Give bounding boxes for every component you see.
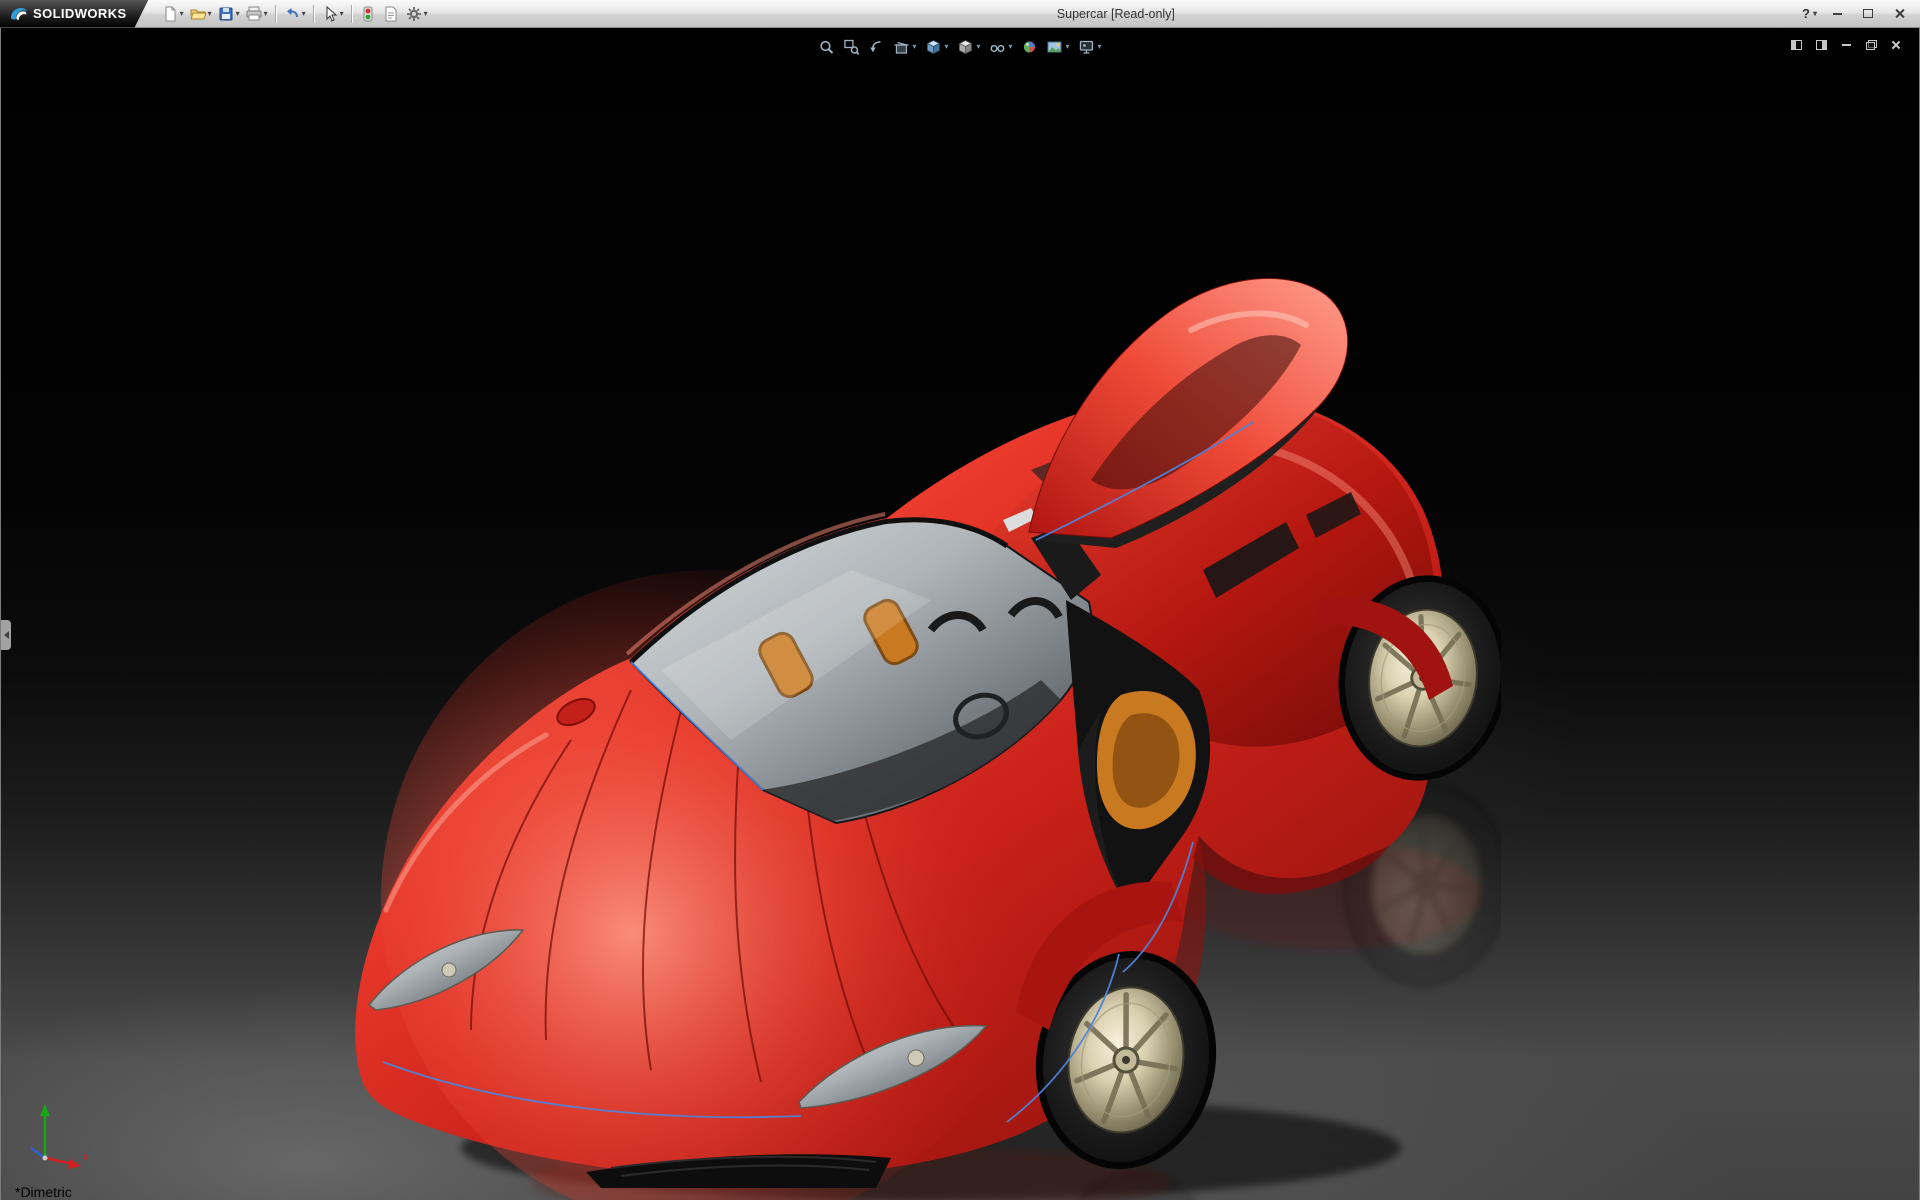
file-properties-icon (385, 6, 397, 21)
zoom-to-area-icon (844, 39, 860, 55)
chevron-down-icon[interactable]: ▾ (302, 9, 306, 18)
chevron-down-icon[interactable]: ▾ (424, 9, 428, 18)
open-button[interactable]: ▾ (187, 4, 214, 24)
chevron-down-icon[interactable]: ▾ (180, 9, 184, 18)
collapse-arrow-icon (3, 631, 9, 639)
minimize-icon (1832, 12, 1842, 15)
tile-right-button[interactable] (1814, 38, 1828, 51)
toolbar-separator (312, 4, 314, 23)
display-style-icon (958, 40, 973, 55)
titlebar: SOLIDWORKS ▾ ▾ ▾ ▾ ▾ ▾ ▾ Supercar [Read-… (0, 0, 1920, 28)
save-button[interactable]: ▾ (215, 4, 242, 24)
chevron-down-icon[interactable]: ▾ (976, 43, 980, 51)
chevron-down-icon[interactable]: ▾ (264, 9, 268, 18)
view-orientation-label: *Dimetric (15, 1184, 72, 1200)
view-settings-icon (1079, 40, 1094, 54)
view-orientation-cube-icon (926, 40, 941, 55)
section-view-button[interactable]: ▾ (892, 38, 917, 56)
display-style-button[interactable]: ▾ (956, 38, 981, 56)
close-icon (1894, 8, 1905, 19)
document-minimize-icon (1841, 43, 1851, 46)
solidworks-logo: SOLIDWORKS (0, 0, 149, 28)
rebuild-stoplight-icon (363, 6, 373, 21)
document-restore-icon (1865, 39, 1877, 50)
chevron-down-icon[interactable]: ▾ (912, 43, 916, 51)
z-axis-arrow-icon (30, 1146, 46, 1160)
heads-up-toolbar: ▾ ▾ ▾ ▾ ▾ ▾ (817, 38, 1102, 56)
undo-arrow-icon (286, 7, 298, 17)
chevron-down-icon[interactable]: ▾ (208, 9, 212, 18)
apply-scene-button[interactable]: ▾ (1046, 38, 1071, 56)
toolbar-separator (350, 4, 352, 23)
x-axis-arrow-icon (68, 1159, 81, 1169)
section-view-icon (894, 41, 909, 54)
chevron-down-icon[interactable]: ▾ (944, 43, 948, 51)
previous-view-button[interactable] (867, 38, 885, 56)
view-triad: x (30, 1104, 89, 1169)
select-cursor-icon (326, 5, 337, 22)
main-toolbar: ▾ ▾ ▾ ▾ ▾ ▾ ▾ (149, 4, 430, 24)
view-orientation-button[interactable]: ▾ (924, 38, 949, 56)
hide-show-glasses-icon (990, 44, 1005, 52)
document-minimize-button[interactable] (1839, 38, 1853, 51)
chevron-down-icon[interactable]: ▾ (1009, 43, 1013, 51)
toolbar-separator (274, 4, 276, 23)
window-title: Supercar [Read-only] (1056, 6, 1175, 21)
brand-text: SOLIDWORKS (33, 6, 127, 21)
chevron-down-icon[interactable]: ▾ (236, 9, 240, 18)
dassault-systemes-logo-icon (8, 4, 28, 24)
apply-scene-icon (1047, 41, 1062, 53)
chevron-down-icon: ▾ (1812, 8, 1817, 18)
solidworks-window: SOLIDWORKS ▾ ▾ ▾ ▾ ▾ ▾ ▾ Supercar [Read-… (0, 0, 1920, 1200)
maximize-button[interactable] (1857, 5, 1879, 23)
print-button[interactable]: ▾ (243, 4, 270, 24)
edit-appearance-sphere-icon (1024, 41, 1036, 53)
new-button[interactable]: ▾ (159, 4, 186, 24)
chevron-down-icon[interactable]: ▾ (1098, 43, 1102, 51)
supercar-model[interactable] (331, 270, 1501, 1200)
help-button[interactable]: ? ▾ (1802, 6, 1817, 21)
select-tool-button[interactable]: ▾ (319, 4, 346, 24)
graphics-area[interactable]: ▾ ▾ ▾ ▾ ▾ ▾ x *Dimetric (0, 28, 1920, 1200)
document-window-controls (1789, 38, 1903, 51)
maximize-icon (1863, 9, 1873, 18)
save-disk-icon (219, 7, 233, 20)
previous-view-icon (870, 41, 881, 53)
tile-left-button[interactable] (1789, 38, 1803, 51)
window-controls: ? ▾ (1802, 5, 1920, 23)
hide-show-items-button[interactable]: ▾ (989, 38, 1014, 56)
options-gear-icon (406, 6, 421, 21)
chevron-down-icon[interactable]: ▾ (340, 9, 344, 18)
file-properties-button[interactable] (380, 4, 402, 24)
close-button[interactable] (1888, 5, 1910, 23)
zoom-to-area-button[interactable] (842, 38, 860, 56)
open-folder-icon (189, 9, 207, 19)
options-button[interactable]: ▾ (403, 4, 430, 24)
chevron-down-icon[interactable]: ▾ (1066, 43, 1070, 51)
featuremanager-flyout-tab[interactable] (1, 620, 11, 650)
tile-left-icon (1790, 39, 1802, 50)
help-icon: ? (1802, 6, 1810, 21)
rebuild-button[interactable] (357, 4, 379, 24)
tile-right-icon (1815, 39, 1827, 50)
zoom-to-fit-icon (820, 40, 834, 54)
new-document-icon (165, 6, 176, 21)
document-close-button[interactable] (1889, 38, 1903, 51)
undo-button[interactable]: ▾ (281, 4, 308, 24)
document-restore-button[interactable] (1864, 38, 1878, 51)
printer-icon (246, 6, 262, 20)
view-settings-button[interactable]: ▾ (1078, 38, 1103, 56)
zoom-to-fit-button[interactable] (817, 38, 835, 56)
edit-appearance-button[interactable] (1021, 38, 1039, 56)
x-axis-label: x (83, 1151, 89, 1163)
y-axis-arrow-icon (40, 1104, 50, 1116)
document-close-icon (1891, 40, 1901, 50)
minimize-button[interactable] (1826, 5, 1848, 23)
